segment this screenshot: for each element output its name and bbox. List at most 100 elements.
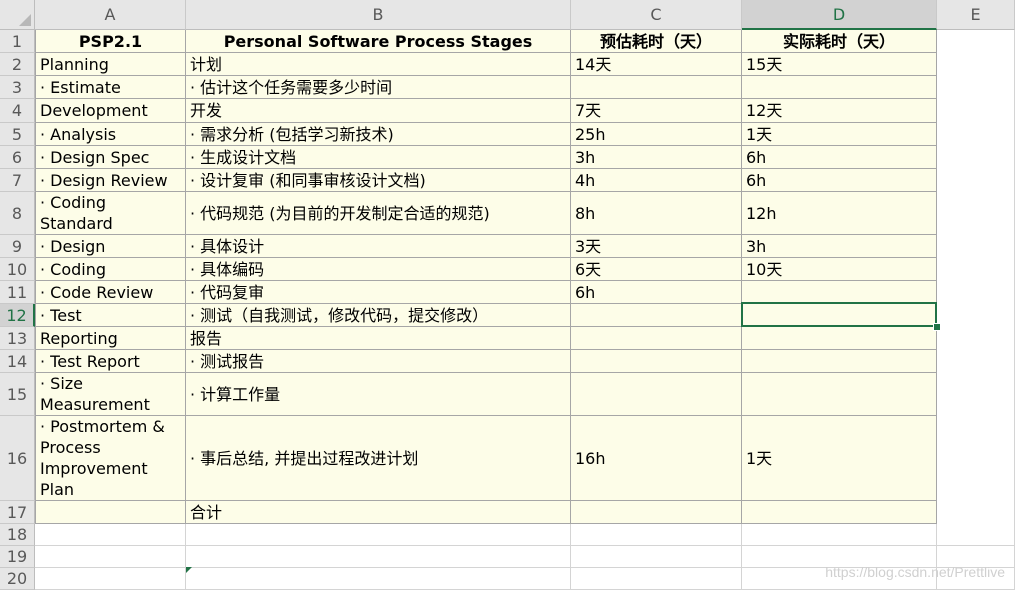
cell-d5[interactable]: 1天 xyxy=(742,123,937,146)
cell-e18[interactable] xyxy=(937,524,1015,546)
row-header-10[interactable]: 10 xyxy=(0,258,35,281)
header-cell-psp[interactable]: PSP2.1 xyxy=(35,30,186,53)
cell-a11[interactable]: · Code Review xyxy=(35,281,186,304)
cell-a20[interactable] xyxy=(35,568,186,590)
cell-c17[interactable] xyxy=(571,501,742,524)
cell-c3[interactable] xyxy=(571,76,742,99)
cell-d14[interactable] xyxy=(742,350,937,373)
column-header-a[interactable]: A xyxy=(35,0,186,30)
column-header-e[interactable]: E xyxy=(937,0,1015,30)
row-header-20[interactable]: 20 xyxy=(0,568,35,590)
row-header-5[interactable]: 5 xyxy=(0,123,35,146)
cell-a16[interactable]: · Postmortem & Process Improvement Plan xyxy=(35,416,186,501)
cell-b13[interactable]: 报告 xyxy=(186,327,571,350)
row-header-3[interactable]: 3 xyxy=(0,76,35,99)
column-header-d[interactable]: D xyxy=(742,0,937,30)
cell-d4[interactable]: 12天 xyxy=(742,99,937,123)
cell-a13[interactable]: Reporting xyxy=(35,327,186,350)
row-header-16[interactable]: 16 xyxy=(0,416,35,501)
cell-c6[interactable]: 3h xyxy=(571,146,742,169)
cell-c18[interactable] xyxy=(571,524,742,546)
cell-c12[interactable] xyxy=(571,304,742,327)
cell-b14[interactable]: · 测试报告 xyxy=(186,350,571,373)
cell-a10[interactable]: · Coding xyxy=(35,258,186,281)
cell-c2[interactable]: 14天 xyxy=(571,53,742,76)
row-header-17[interactable]: 17 xyxy=(0,501,35,524)
cell-c9[interactable]: 3天 xyxy=(571,235,742,258)
cell-a2[interactable]: Planning xyxy=(35,53,186,76)
cell-c4[interactable]: 7天 xyxy=(571,99,742,123)
cell-d9[interactable]: 3h xyxy=(742,235,937,258)
cell-d16[interactable]: 1天 xyxy=(742,416,937,501)
cell-b10[interactable]: · 具体编码 xyxy=(186,258,571,281)
cell-b2[interactable]: 计划 xyxy=(186,53,571,76)
row-header-8[interactable]: 8 xyxy=(0,192,35,235)
cell-a14[interactable]: · Test Report xyxy=(35,350,186,373)
cell-c13[interactable] xyxy=(571,327,742,350)
cell-a3[interactable]: · Estimate xyxy=(35,76,186,99)
cell-d6[interactable]: 6h xyxy=(742,146,937,169)
cell-b18[interactable] xyxy=(186,524,571,546)
cell-a5[interactable]: · Analysis xyxy=(35,123,186,146)
cell-b4[interactable]: 开发 xyxy=(186,99,571,123)
cell-d17[interactable] xyxy=(742,501,937,524)
cell-d2[interactable]: 15天 xyxy=(742,53,937,76)
cell-c19[interactable] xyxy=(571,546,742,568)
select-all-corner[interactable] xyxy=(0,0,35,30)
cell-d10[interactable]: 10天 xyxy=(742,258,937,281)
cell-b3[interactable]: · 估计这个任务需要多少时间 xyxy=(186,76,571,99)
column-header-b[interactable]: B xyxy=(186,0,571,30)
cell-c8[interactable]: 8h xyxy=(571,192,742,235)
cell-a9[interactable]: · Design xyxy=(35,235,186,258)
cell-a17[interactable] xyxy=(35,501,186,524)
cell-a12[interactable]: · Test xyxy=(35,304,186,327)
cell-d13[interactable] xyxy=(742,327,937,350)
row-header-11[interactable]: 11 xyxy=(0,281,35,304)
cell-c16[interactable]: 16h xyxy=(571,416,742,501)
cell-c5[interactable]: 25h xyxy=(571,123,742,146)
cell-b20[interactable] xyxy=(186,568,571,590)
cell-c15[interactable] xyxy=(571,373,742,416)
cell-b16[interactable]: · 事后总结, 并提出过程改进计划 xyxy=(186,416,571,501)
cell-d3[interactable] xyxy=(742,76,937,99)
row-header-14[interactable]: 14 xyxy=(0,350,35,373)
cell-d11[interactable] xyxy=(742,281,937,304)
cell-c14[interactable] xyxy=(571,350,742,373)
row-header-9[interactable]: 9 xyxy=(0,235,35,258)
row-header-1[interactable]: 1 xyxy=(0,30,35,53)
header-cell-estimated[interactable]: 预估耗时（天） xyxy=(571,30,742,53)
cell-d18[interactable] xyxy=(742,524,937,546)
row-header-2[interactable]: 2 xyxy=(0,53,35,76)
cell-b7[interactable]: · 设计复审 (和同事审核设计文档) xyxy=(186,169,571,192)
column-header-c[interactable]: C xyxy=(571,0,742,30)
row-header-19[interactable]: 19 xyxy=(0,546,35,568)
column-e-area[interactable] xyxy=(937,30,1015,524)
cell-d15[interactable] xyxy=(742,373,937,416)
cell-b8[interactable]: · 代码规范 (为目前的开发制定合适的规范) xyxy=(186,192,571,235)
cell-b11[interactable]: · 代码复审 xyxy=(186,281,571,304)
cell-c20[interactable] xyxy=(571,568,742,590)
cell-d7[interactable]: 6h xyxy=(742,169,937,192)
cell-b17[interactable]: 合计 xyxy=(186,501,571,524)
cell-c7[interactable]: 4h xyxy=(571,169,742,192)
row-header-12[interactable]: 12 xyxy=(0,304,35,327)
fill-handle[interactable] xyxy=(933,323,941,331)
cell-a19[interactable] xyxy=(35,546,186,568)
row-header-7[interactable]: 7 xyxy=(0,169,35,192)
header-cell-stages[interactable]: Personal Software Process Stages xyxy=(186,30,571,53)
header-cell-actual[interactable]: 实际耗时（天） xyxy=(742,30,937,53)
row-header-4[interactable]: 4 xyxy=(0,99,35,123)
cell-c11[interactable]: 6h xyxy=(571,281,742,304)
cell-b5[interactable]: · 需求分析 (包括学习新技术) xyxy=(186,123,571,146)
active-cell-selection[interactable] xyxy=(741,302,937,327)
row-header-15[interactable]: 15 xyxy=(0,373,35,416)
cell-d8[interactable]: 12h xyxy=(742,192,937,235)
cell-a7[interactable]: · Design Review xyxy=(35,169,186,192)
cell-c10[interactable]: 6天 xyxy=(571,258,742,281)
cell-b12[interactable]: · 测试（自我测试，修改代码，提交修改） xyxy=(186,304,571,327)
cell-a8[interactable]: · Coding Standard xyxy=(35,192,186,235)
cell-a18[interactable] xyxy=(35,524,186,546)
cell-a6[interactable]: · Design Spec xyxy=(35,146,186,169)
row-header-13[interactable]: 13 xyxy=(0,327,35,350)
cell-b6[interactable]: · 生成设计文档 xyxy=(186,146,571,169)
